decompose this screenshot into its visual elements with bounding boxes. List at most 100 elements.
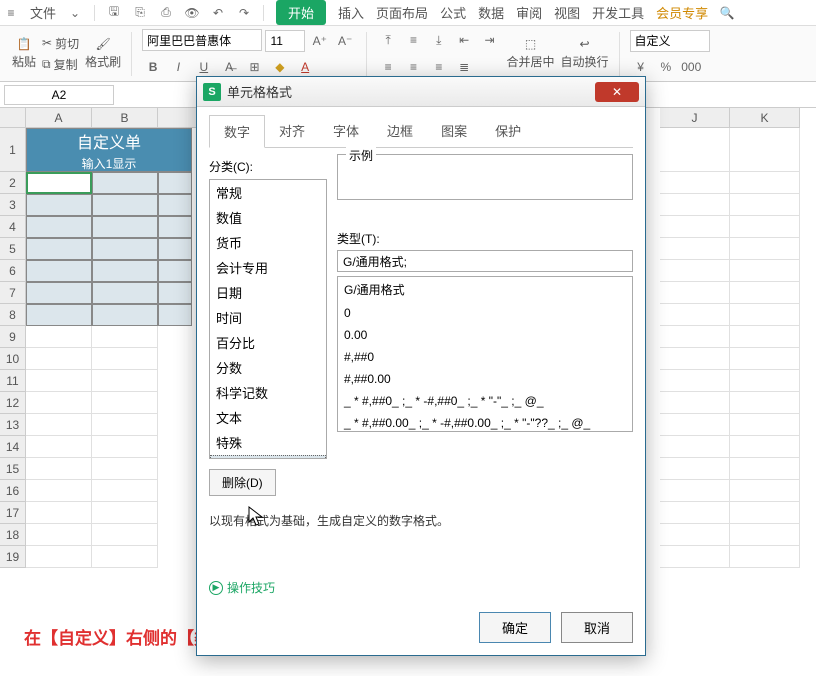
wrap-text-button[interactable]: ↩ 自动换行 xyxy=(561,37,609,70)
strike-button[interactable]: A̶ xyxy=(218,56,240,78)
italic-button[interactable]: I xyxy=(167,56,189,78)
row-header[interactable]: 2 xyxy=(0,172,26,194)
cell[interactable] xyxy=(660,502,730,524)
dialog-tab[interactable]: 数字 xyxy=(209,115,265,148)
cell[interactable] xyxy=(92,370,158,392)
table-cell[interactable] xyxy=(26,260,92,282)
row-header[interactable]: 13 xyxy=(0,414,26,436)
table-cell[interactable] xyxy=(158,238,192,260)
category-item[interactable]: 时间 xyxy=(210,305,326,330)
size-select[interactable] xyxy=(265,30,305,52)
currency-button[interactable]: ¥ xyxy=(630,56,652,78)
cell[interactable] xyxy=(660,128,730,172)
cell[interactable] xyxy=(730,216,800,238)
cell[interactable] xyxy=(660,348,730,370)
menu-file[interactable]: 文件 xyxy=(30,3,56,22)
cell[interactable] xyxy=(730,370,800,392)
delete-button[interactable]: 删除(D) xyxy=(209,469,276,496)
table-cell[interactable] xyxy=(92,282,158,304)
cell[interactable] xyxy=(26,414,92,436)
cell[interactable] xyxy=(730,172,800,194)
table-cell[interactable] xyxy=(158,304,192,326)
dialog-tab[interactable]: 边框 xyxy=(373,115,427,147)
table-cell[interactable] xyxy=(158,194,192,216)
table-cell[interactable] xyxy=(158,172,192,194)
new-icon[interactable]: ⎘ xyxy=(133,6,147,20)
tab-review[interactable]: 审阅 xyxy=(516,3,542,22)
cell[interactable] xyxy=(660,172,730,194)
table-cell[interactable] xyxy=(26,238,92,260)
type-item[interactable]: 0 xyxy=(338,302,632,324)
cell[interactable] xyxy=(92,524,158,546)
cell[interactable] xyxy=(26,436,92,458)
category-item[interactable]: 特殊 xyxy=(210,430,326,455)
row-header[interactable]: 9 xyxy=(0,326,26,348)
tab-vip[interactable]: 会员专享 xyxy=(656,3,708,22)
cell[interactable] xyxy=(26,546,92,568)
row-header[interactable]: 12 xyxy=(0,392,26,414)
cell[interactable] xyxy=(730,546,800,568)
type-item[interactable]: #,##0.00 xyxy=(338,368,632,390)
cell[interactable] xyxy=(660,304,730,326)
row-header[interactable]: 16 xyxy=(0,480,26,502)
cell[interactable] xyxy=(660,414,730,436)
align-center-icon[interactable]: ≡ xyxy=(402,56,424,78)
align-right-icon[interactable]: ≡ xyxy=(428,56,450,78)
cell[interactable] xyxy=(660,326,730,348)
cell[interactable] xyxy=(730,326,800,348)
tab-insert[interactable]: 插入 xyxy=(338,3,364,22)
table-cell[interactable] xyxy=(92,194,158,216)
cell[interactable] xyxy=(92,458,158,480)
tab-view[interactable]: 视图 xyxy=(554,3,580,22)
cell[interactable] xyxy=(730,194,800,216)
table-cell[interactable] xyxy=(26,304,92,326)
table-cell[interactable] xyxy=(26,216,92,238)
close-button[interactable]: ✕ xyxy=(595,82,639,102)
justify-icon[interactable]: ≣ xyxy=(453,56,475,78)
table-cell[interactable] xyxy=(92,172,158,194)
category-item[interactable]: 货币 xyxy=(210,230,326,255)
cell[interactable] xyxy=(26,458,92,480)
cell[interactable] xyxy=(26,502,92,524)
cell[interactable] xyxy=(730,348,800,370)
copy-button[interactable]: ⧉复制 xyxy=(42,56,79,73)
type-item[interactable]: _ * #,##0_ ;_ * -#,##0_ ;_ * "-"_ ;_ @_ xyxy=(338,390,632,412)
col-header[interactable]: J xyxy=(660,108,730,128)
border-button[interactable]: ⊞ xyxy=(243,56,265,78)
tab-layout[interactable]: 页面布局 xyxy=(376,3,428,22)
row-header[interactable]: 1 xyxy=(0,128,26,172)
dialog-tab[interactable]: 字体 xyxy=(319,115,373,147)
fill-color-button[interactable]: ◆ xyxy=(269,56,291,78)
row-header[interactable]: 3 xyxy=(0,194,26,216)
dialog-tab[interactable]: 对齐 xyxy=(265,115,319,147)
cell[interactable] xyxy=(92,546,158,568)
col-header[interactable]: A xyxy=(26,108,92,128)
category-item[interactable]: 日期 xyxy=(210,280,326,305)
type-item[interactable]: 0.00 xyxy=(338,324,632,346)
cell[interactable] xyxy=(26,326,92,348)
row-header[interactable]: 17 xyxy=(0,502,26,524)
cell[interactable] xyxy=(660,260,730,282)
row-header[interactable]: 7 xyxy=(0,282,26,304)
row-header[interactable]: 4 xyxy=(0,216,26,238)
cell[interactable] xyxy=(730,392,800,414)
cut-button[interactable]: ✂剪切 xyxy=(42,35,79,52)
align-mid-icon[interactable]: ≡ xyxy=(402,29,424,51)
row-header[interactable]: 14 xyxy=(0,436,26,458)
table-cell[interactable] xyxy=(158,216,192,238)
font-color-button[interactable]: A xyxy=(294,56,316,78)
align-left-icon[interactable]: ≡ xyxy=(377,56,399,78)
cell[interactable] xyxy=(92,392,158,414)
cell[interactable] xyxy=(730,238,800,260)
row-header[interactable]: 6 xyxy=(0,260,26,282)
tips-link[interactable]: ▶ 操作技巧 xyxy=(209,579,633,596)
type-item[interactable]: _ * #,##0.00_ ;_ * -#,##0.00_ ;_ * "-"??… xyxy=(338,412,632,432)
cell[interactable] xyxy=(730,524,800,546)
cell[interactable] xyxy=(730,458,800,480)
table-cell[interactable] xyxy=(92,304,158,326)
active-cell[interactable] xyxy=(26,172,92,194)
dialog-tab[interactable]: 图案 xyxy=(427,115,481,147)
tab-formula[interactable]: 公式 xyxy=(440,3,466,22)
cell[interactable] xyxy=(730,304,800,326)
cell[interactable] xyxy=(730,414,800,436)
